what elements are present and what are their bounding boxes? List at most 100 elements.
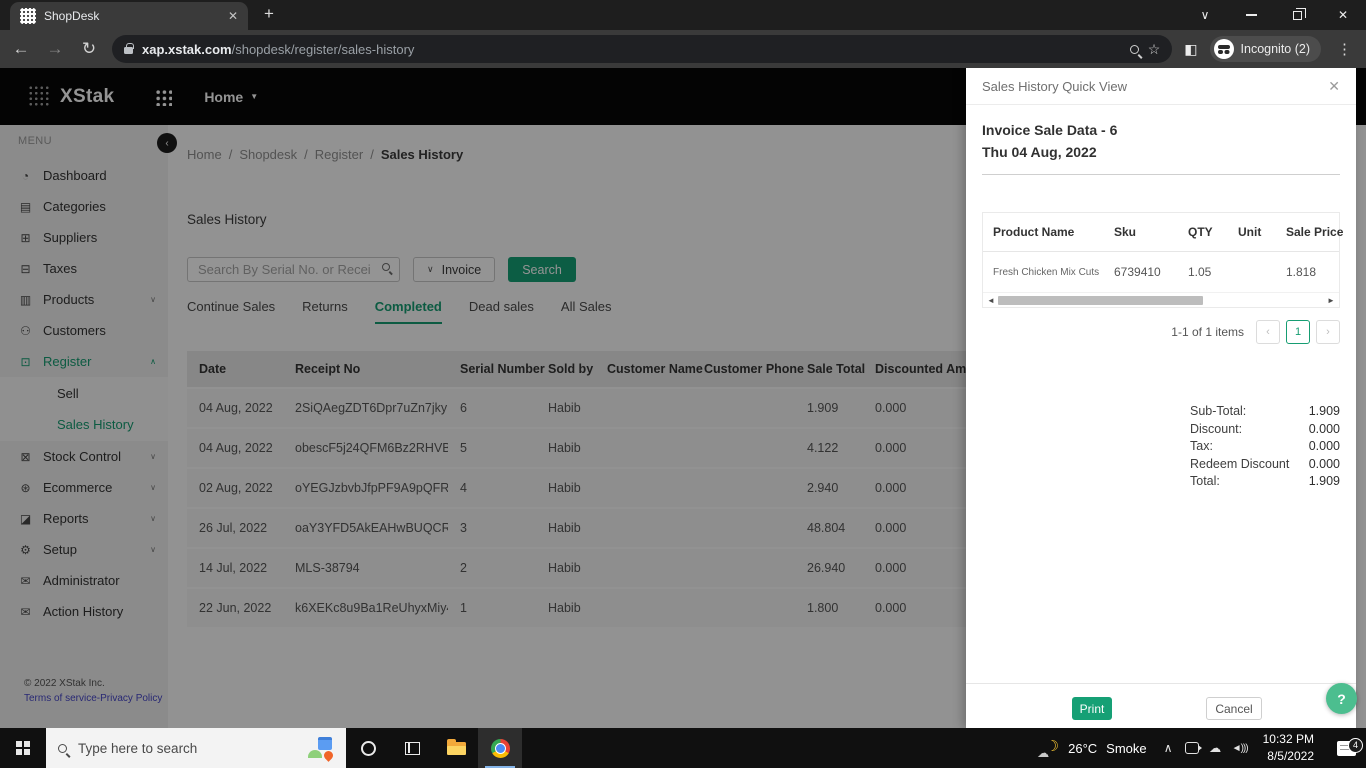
notification-center-button[interactable]: 4 (1326, 741, 1366, 756)
new-tab-button[interactable]: + (264, 4, 274, 24)
meet-now-icon[interactable] (1185, 742, 1199, 754)
side-panel-icon[interactable]: ◧ (1184, 41, 1197, 58)
tax-label: Tax: (1190, 439, 1213, 453)
incognito-badge[interactable]: Incognito (2) (1210, 36, 1321, 62)
tray-expand-icon[interactable]: ∧ (1157, 741, 1180, 755)
url-text[interactable]: xap.xstak.com/shopdesk/register/sales-hi… (142, 42, 1121, 57)
address-bar[interactable]: xap.xstak.com/shopdesk/register/sales-hi… (112, 35, 1172, 63)
cell-sku: 6739410 (1104, 252, 1178, 293)
widget-hill-shape (308, 750, 322, 758)
quick-view-header: Sales History Quick View ✕ (966, 68, 1356, 105)
incognito-icon (1214, 39, 1234, 59)
weather-moon-cloud-icon: ☽☁ (1039, 739, 1059, 757)
invoice-items-table: Product Name Sku QTY Unit Sale Price Fre… (982, 212, 1340, 308)
close-button[interactable]: ✕ (1320, 0, 1366, 30)
minimize-button[interactable] (1228, 0, 1274, 30)
tax-value: 0.000 (1309, 439, 1340, 453)
interests-widget-icon[interactable] (308, 736, 334, 760)
widget-calendar-shape (318, 737, 332, 750)
favicon (20, 8, 36, 24)
cell-sale-price: 1.818 (1276, 252, 1339, 293)
cell-qty: 1.05 (1178, 252, 1228, 293)
redeem-discount-row: Redeem Discount 0.000 (1190, 457, 1340, 471)
browser-toolbar: ← → ↻ xap.xstak.com/shopdesk/register/sa… (0, 30, 1366, 68)
taskbar-clock[interactable]: 10:32 PM 8/5/2022 (1253, 731, 1326, 765)
start-button[interactable] (0, 728, 46, 768)
restore-icon (1293, 11, 1302, 20)
task-view-button[interactable] (390, 728, 434, 768)
quick-view-footer: Print Cancel (966, 683, 1356, 728)
clock-time: 10:32 PM (1263, 731, 1314, 748)
volume-icon[interactable]: ◄))) (1227, 743, 1253, 754)
totals-summary: Sub-Total: 1.909 Discount:0.000 Tax: 0.000… (1190, 404, 1340, 488)
scrollbar-track[interactable] (996, 296, 1326, 305)
pagination-prev-button[interactable]: ‹ (1256, 320, 1280, 344)
file-explorer-button[interactable] (434, 728, 478, 768)
weather-widget[interactable]: ☽☁ 26°C Smoke (1029, 739, 1157, 757)
pagination-summary: 1-1 of 1 items (1171, 325, 1244, 339)
windows-logo-icon (16, 741, 22, 747)
screen: ShopDesk ✕ + ∨ ✕ ← → ↻ xap.xstak.com/sho… (0, 0, 1366, 768)
cloud-icon: ☁ (1037, 746, 1049, 760)
cortana-button[interactable] (346, 728, 390, 768)
cortana-icon (361, 741, 376, 756)
taskbar-search-placeholder: Type here to search (78, 741, 297, 756)
scrollbar-thumb[interactable] (998, 296, 1203, 305)
reload-icon[interactable]: ↻ (78, 39, 100, 59)
tab-search-icon[interactable]: ∨ (1182, 0, 1228, 30)
notification-badge: 4 (1348, 738, 1363, 753)
browser-menu-icon[interactable]: ⋮ (1333, 40, 1356, 58)
pagination-page-1[interactable]: 1 (1286, 320, 1310, 344)
restore-button[interactable] (1274, 0, 1320, 30)
subtotal-value: 1.909 (1309, 404, 1340, 418)
invoice-date: Thu 04 Aug, 2022 (982, 144, 1340, 160)
quick-view-title: Sales History Quick View (982, 79, 1328, 94)
subtotal-label: Sub-Total: (1190, 404, 1246, 418)
cancel-button[interactable]: Cancel (1206, 697, 1262, 720)
back-icon[interactable]: ← (10, 39, 32, 59)
redeem-discount-value: 0.000 (1309, 457, 1340, 471)
folder-icon (447, 742, 466, 755)
col-header-sale-price: Sale Price (1276, 213, 1339, 252)
taskbar: Type here to search ☽☁ 26°C Smoke ∧ ☁ ◄))… (0, 728, 1366, 768)
pagination-next-button[interactable]: › (1316, 320, 1340, 344)
forward-icon[interactable]: → (44, 39, 66, 59)
task-view-icon (405, 742, 420, 755)
weather-temperature: 26°C (1068, 741, 1097, 756)
bookmark-star-icon[interactable]: ☆ (1148, 41, 1161, 58)
horizontal-scrollbar[interactable]: ◄ ► (983, 292, 1339, 307)
browser-tab[interactable]: ShopDesk ✕ (10, 2, 248, 30)
table-row: Fresh Chicken Mix Cuts 6739410 1.05 1.81… (983, 252, 1339, 293)
total-label: Total: (1190, 474, 1220, 488)
clock-date: 8/5/2022 (1263, 748, 1314, 765)
discount-value: 0.000 (1309, 422, 1340, 436)
quick-view-body: Invoice Sale Data - 6 Thu 04 Aug, 2022 P… (966, 105, 1356, 683)
scroll-right-icon[interactable]: ► (1326, 296, 1336, 305)
quick-view-panel: Sales History Quick View ✕ Invoice Sale … (966, 68, 1356, 728)
lock-icon[interactable] (124, 47, 133, 54)
print-button[interactable]: Print (1072, 697, 1112, 720)
close-icon[interactable]: ✕ (1328, 78, 1340, 95)
incognito-label: Incognito (2) (1241, 42, 1310, 56)
onedrive-icon[interactable]: ☁ (1204, 741, 1227, 755)
chrome-button[interactable] (478, 728, 522, 768)
invoice-title: Invoice Sale Data - 6 (982, 122, 1340, 138)
col-header-qty: QTY (1178, 213, 1228, 252)
zoom-icon[interactable] (1130, 45, 1139, 54)
subtotal-row: Sub-Total: 1.909 (1190, 404, 1340, 418)
search-icon (58, 744, 67, 753)
taskbar-search[interactable]: Type here to search (46, 728, 346, 768)
weather-condition: Smoke (1106, 741, 1146, 756)
redeem-discount-label: Redeem Discount (1190, 457, 1289, 471)
scroll-left-icon[interactable]: ◄ (986, 296, 996, 305)
divider (982, 174, 1340, 175)
tab-close-icon[interactable]: ✕ (228, 9, 238, 23)
tab-title: ShopDesk (44, 9, 220, 23)
pagination: 1-1 of 1 items ‹ 1 › (982, 320, 1340, 344)
table-header-row: Product Name Sku QTY Unit Sale Price (983, 213, 1339, 252)
help-button[interactable]: ? (1326, 683, 1357, 714)
total-row: Total:1.909 (1190, 474, 1340, 488)
cell-unit (1228, 252, 1276, 293)
tax-row: Tax: 0.000 (1190, 439, 1340, 453)
discount-row: Discount:0.000 (1190, 422, 1340, 436)
